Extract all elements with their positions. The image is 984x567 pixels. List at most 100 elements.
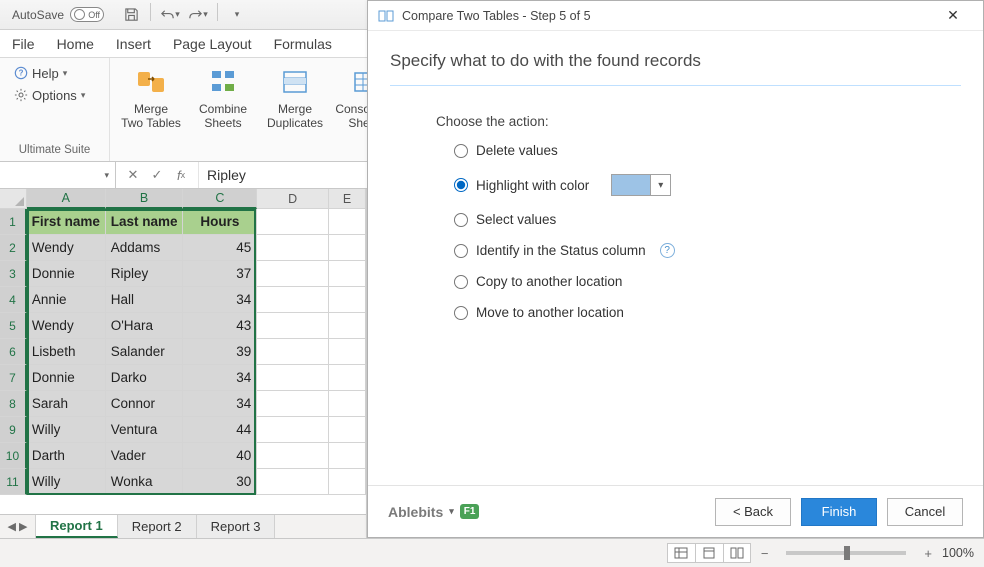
radio-delete-values[interactable]: Delete values [454,143,961,158]
cell[interactable]: 39 [183,339,257,365]
row-header[interactable]: 8 [0,391,27,417]
cell[interactable] [329,391,366,417]
brand-ablebits[interactable]: Ablebits▾ F1 [388,504,479,520]
cell[interactable]: Lisbeth [27,339,106,365]
undo-icon[interactable]: ▾ [157,3,183,27]
row-header[interactable]: 5 [0,313,27,339]
cell[interactable] [257,443,329,469]
cell[interactable]: Willy [27,417,106,443]
name-box-input[interactable] [6,168,86,183]
cell[interactable]: Connor [106,391,184,417]
col-header-A[interactable]: A [27,189,106,209]
merge-duplicates-button[interactable]: Merge Duplicates [262,62,328,130]
cell[interactable]: Wendy [27,235,106,261]
cell[interactable] [257,365,329,391]
cell[interactable] [329,443,366,469]
cell[interactable] [329,365,366,391]
help-button[interactable]: ? Help▾ [8,62,73,84]
view-page-break-icon[interactable] [723,543,751,563]
cell[interactable] [329,417,366,443]
row-header[interactable]: 7 [0,365,27,391]
cell[interactable]: 34 [183,287,257,313]
radio-copy-to-location[interactable]: Copy to another location [454,274,961,289]
tab-formulas[interactable]: Formulas [274,30,332,57]
row-header[interactable]: 4 [0,287,27,313]
cell[interactable] [257,235,329,261]
cell[interactable] [257,417,329,443]
cell[interactable] [329,261,366,287]
cancel-edit-icon[interactable]: ✕ [122,164,144,186]
cell[interactable] [257,287,329,313]
cell[interactable] [329,235,366,261]
sheet-nav-prev[interactable]: ◀▶ [0,515,36,538]
cell[interactable]: Willy [27,469,106,495]
options-button[interactable]: Options▾ [8,84,91,106]
tab-page-layout[interactable]: Page Layout [173,30,252,57]
radio-highlight-with-color[interactable]: Highlight with color ▾ [454,174,961,196]
merge-two-tables-button[interactable]: Merge Two Tables [118,62,184,130]
row-header[interactable]: 11 [0,469,27,495]
cell[interactable] [329,287,366,313]
sheet-tab-report-2[interactable]: Report 2 [118,515,197,538]
cell[interactable] [257,339,329,365]
cell[interactable] [257,261,329,287]
redo-icon[interactable]: ▾ [185,3,211,27]
cell[interactable]: O'Hara [106,313,184,339]
chevron-down-icon[interactable]: ▾ [650,175,670,195]
radio-move-to-location[interactable]: Move to another location [454,305,961,320]
confirm-edit-icon[interactable]: ✓ [146,164,168,186]
col-header-C[interactable]: C [183,189,257,209]
cell[interactable]: Hall [106,287,184,313]
cell[interactable]: 34 [183,391,257,417]
cell[interactable]: 34 [183,365,257,391]
autosave-toggle[interactable]: AutoSave Off [6,7,110,22]
tab-insert[interactable]: Insert [116,30,151,57]
cell[interactable] [257,469,329,495]
cell[interactable]: Darth [27,443,106,469]
cell[interactable]: 30 [183,469,257,495]
cell[interactable]: Wendy [27,313,106,339]
tab-home[interactable]: Home [57,30,94,57]
sheet-tab-report-1[interactable]: Report 1 [36,515,118,538]
row-header[interactable]: 3 [0,261,27,287]
cell[interactable]: Ripley [106,261,184,287]
combine-sheets-button[interactable]: Combine Sheets [190,62,256,130]
cell[interactable]: Darko [106,365,184,391]
cell[interactable]: 40 [183,443,257,469]
cell[interactable]: Vader [106,443,184,469]
col-header-B[interactable]: B [106,189,184,209]
row-header[interactable]: 10 [0,443,27,469]
row-header[interactable]: 9 [0,417,27,443]
cell[interactable]: Salander [106,339,184,365]
sheet-tab-report-3[interactable]: Report 3 [197,515,276,538]
fx-icon[interactable]: fx [170,164,192,186]
cell[interactable]: Annie [27,287,106,313]
row-header[interactable]: 6 [0,339,27,365]
zoom-out-icon[interactable]: − [761,546,769,561]
help-icon[interactable]: ? [660,243,675,258]
select-all-corner[interactable] [0,189,27,209]
cell[interactable]: Sarah [27,391,106,417]
cell[interactable]: Last name [106,209,184,235]
worksheet-grid[interactable]: A B C D E 1First nameLast nameHours2Wend… [0,189,367,538]
zoom-percent[interactable]: 100% [942,546,974,560]
highlight-color-dropdown[interactable]: ▾ [611,174,671,196]
radio-identify-status-column[interactable]: Identify in the Status column? [454,243,961,258]
namebox-dropdown-icon[interactable]: ▾ [104,170,109,181]
col-header-E[interactable]: E [329,189,366,209]
cell[interactable] [329,209,366,235]
cell[interactable]: 43 [183,313,257,339]
tab-file[interactable]: File [12,30,35,57]
cell[interactable] [257,313,329,339]
radio-select-values[interactable]: Select values [454,212,961,227]
cell[interactable]: Addams [106,235,184,261]
row-header[interactable]: 2 [0,235,27,261]
cancel-button[interactable]: Cancel [887,498,963,526]
cell[interactable] [329,339,366,365]
col-header-D[interactable]: D [257,189,329,209]
name-box[interactable]: ▾ [0,162,116,188]
cell[interactable]: First name [27,209,106,235]
row-header[interactable]: 1 [0,209,27,235]
autosave-switch[interactable]: Off [70,7,104,22]
cell[interactable] [257,391,329,417]
